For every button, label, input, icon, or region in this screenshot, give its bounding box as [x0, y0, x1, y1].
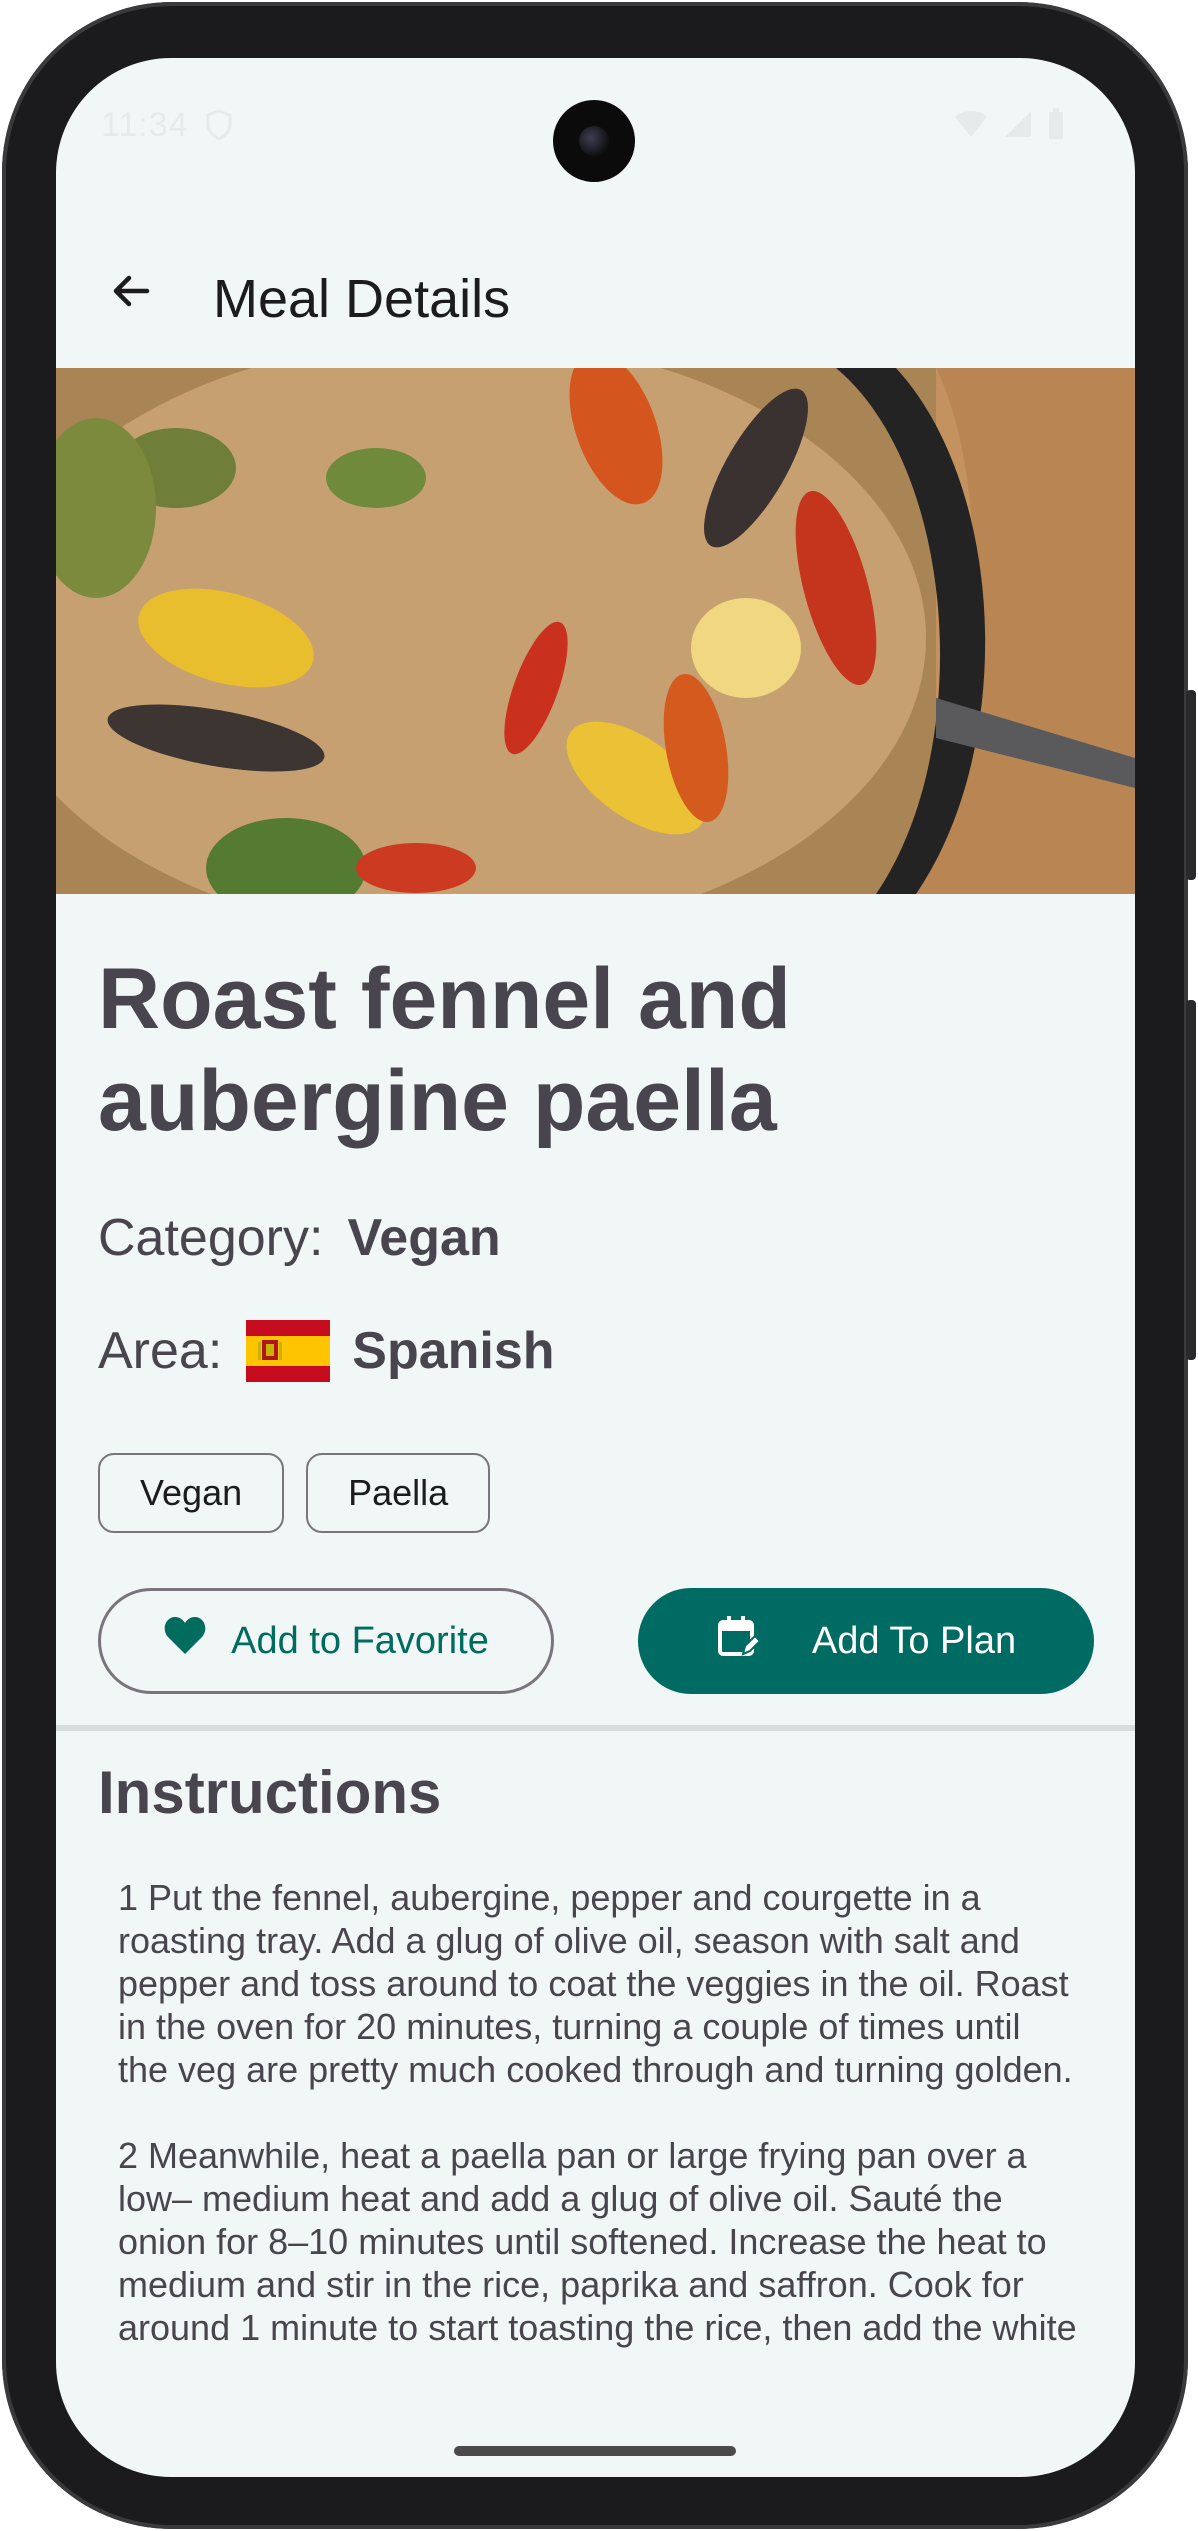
- top-app-bar: Meal Details: [56, 238, 1135, 348]
- heart-icon: [163, 1616, 207, 1666]
- wifi-icon: [953, 109, 989, 144]
- add-to-favorite-label: Add to Favorite: [231, 1619, 489, 1662]
- add-to-favorite-button[interactable]: Add to Favorite: [98, 1588, 554, 1694]
- tag-chip[interactable]: Vegan: [98, 1453, 285, 1533]
- section-divider: [56, 1725, 1135, 1731]
- arrow-back-icon: [107, 267, 155, 320]
- add-to-plan-button[interactable]: Add To Plan: [638, 1588, 1094, 1694]
- screen: 11:34 Meal Details Roast fennel and aube…: [56, 58, 1135, 2477]
- volume-button: [1186, 1000, 1196, 1360]
- instructions-heading: Instructions: [98, 1759, 442, 1826]
- meal-title: Roast fennel and aubergine paella: [98, 951, 791, 1149]
- category-value: Vegan: [347, 1209, 501, 1267]
- instructions-text: 1 Put the fennel, aubergine, pepper and …: [118, 1877, 1077, 2352]
- front-camera: [553, 100, 635, 182]
- category-label: Category:: [98, 1209, 324, 1267]
- shield-icon: [206, 109, 232, 148]
- status-time: 11:34: [101, 106, 189, 144]
- area-row: Area: Spanish: [98, 1320, 555, 1382]
- meal-image: [56, 368, 1135, 894]
- calendar-edit-icon: [716, 1614, 762, 1668]
- category-row: Category: Vegan: [98, 1208, 501, 1268]
- status-icons: [953, 108, 1065, 145]
- back-button[interactable]: [96, 258, 166, 328]
- page-title: Meal Details: [213, 269, 511, 329]
- area-label: Area:: [98, 1322, 223, 1380]
- battery-icon: [1047, 108, 1065, 145]
- power-button: [1186, 690, 1196, 880]
- add-to-plan-label: Add To Plan: [811, 1619, 1017, 1662]
- signal-icon: [1003, 109, 1033, 144]
- meal-photo: [56, 368, 1135, 894]
- tag-chip[interactable]: Paella: [306, 1453, 491, 1533]
- tag-chips: Vegan Paella: [98, 1453, 491, 1533]
- gesture-handle[interactable]: [454, 2446, 736, 2456]
- area-value: Spanish: [352, 1322, 555, 1380]
- spain-flag-icon: [246, 1320, 331, 1382]
